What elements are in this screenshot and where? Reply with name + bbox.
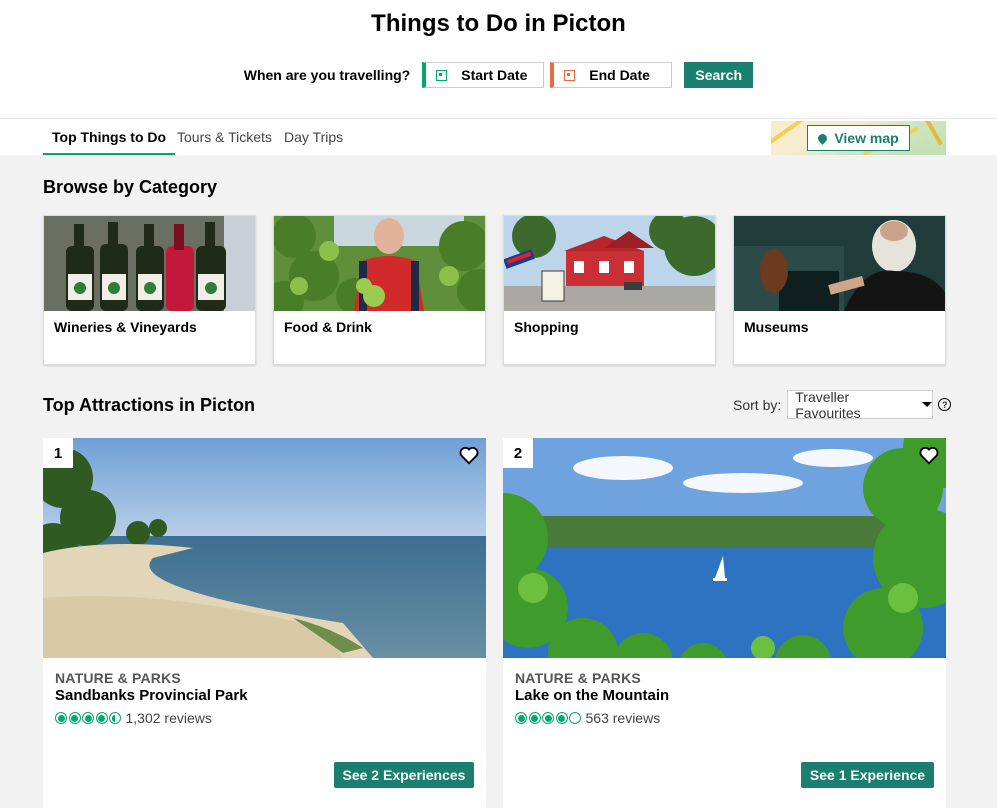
category-label: Food & Drink: [284, 319, 372, 335]
top-attractions-title: Top Attractions in Picton: [43, 395, 255, 415]
sort-value: Traveller Favourites: [795, 388, 861, 421]
rating-bubble-icon: [95, 712, 108, 724]
header: Things to Do in Picton When are you trav…: [0, 0, 997, 118]
tab-tours-tickets[interactable]: Tours & Tickets: [177, 129, 272, 145]
review-count[interactable]: 1,302 reviews: [126, 710, 212, 726]
shopping-image: [504, 216, 715, 311]
end-date-label: End Date: [589, 67, 650, 83]
category-card-food-drink[interactable]: Food & Drink: [273, 215, 486, 365]
tab-bar: Top Things to Do Tours & Tickets Day Tri…: [0, 118, 997, 155]
rating-bubble-icon: [82, 712, 94, 724]
page-title: Things to Do in Picton: [371, 10, 626, 37]
heart-icon[interactable]: [918, 444, 940, 466]
rating-bubble-icon: [515, 712, 527, 724]
rating-bubble-icon: [542, 712, 554, 724]
tab-day-trips[interactable]: Day Trips: [284, 129, 343, 145]
rating-bubble-icon: [55, 712, 67, 724]
sandbanks-image: 1: [43, 438, 486, 658]
view-map-label: View map: [834, 130, 899, 146]
attraction-category: NATURE & PARKS: [515, 670, 641, 686]
map-thumbnail[interactable]: View map: [771, 121, 946, 155]
review-count[interactable]: 563 reviews: [586, 710, 661, 726]
rating-bubble-icon: [528, 712, 541, 724]
attraction-card-1[interactable]: 1 NATURE & PARKS Sandbanks Provincial Pa…: [43, 438, 486, 808]
rating-bubble-icon: [569, 712, 581, 724]
see-experiences-button[interactable]: See 1 Experience: [801, 762, 934, 788]
attraction-category: NATURE & PARKS: [55, 670, 181, 686]
attraction-title[interactable]: Lake on the Mountain: [515, 687, 669, 704]
end-date-button[interactable]: End Date: [550, 62, 673, 88]
start-date-button[interactable]: Start Date: [422, 62, 545, 88]
category-label: Wineries & Vineyards: [54, 319, 197, 335]
rating-bubble-icon: [68, 712, 81, 724]
rating-bubble-icon: [109, 712, 121, 724]
calendar-icon: [436, 69, 448, 81]
rating-row: 563 reviews: [515, 710, 660, 726]
attraction-title[interactable]: Sandbanks Provincial Park: [55, 687, 248, 704]
heart-icon[interactable]: [458, 444, 480, 466]
lake-on-the-mountain-image: 2: [503, 438, 946, 658]
browse-title: Browse by Category: [43, 177, 218, 197]
rating-bubble-icon: [555, 712, 568, 724]
caret-down-icon: [922, 402, 933, 407]
category-label: Shopping: [514, 319, 579, 335]
category-label: Museums: [744, 319, 809, 335]
travel-question: When are you travelling?: [243, 67, 411, 83]
category-card-shopping[interactable]: Shopping: [503, 215, 716, 365]
attraction-card-2[interactable]: 2 NATURE & PARKS Lake on the Mountain 56…: [503, 438, 946, 808]
date-picker-row: When are you travelling? Start Date End …: [0, 62, 997, 88]
rank-badge: 2: [503, 438, 533, 468]
sort-dropdown[interactable]: Traveller Favourites: [787, 388, 934, 421]
tab-top-things[interactable]: Top Things to Do: [43, 129, 176, 155]
calendar-icon: [564, 69, 576, 81]
help-icon[interactable]: ?: [938, 398, 952, 411]
start-date-label: Start Date: [461, 67, 528, 83]
museums-image: [734, 216, 945, 311]
search-button[interactable]: Search: [684, 62, 754, 88]
map-pin-icon: [816, 131, 830, 145]
category-card-wineries[interactable]: Wineries & Vineyards: [43, 215, 256, 365]
food-drink-image: [274, 216, 485, 311]
view-map-button[interactable]: View map: [807, 125, 910, 151]
category-card-museums[interactable]: Museums: [733, 215, 946, 365]
wineries-image: [44, 216, 255, 311]
sort-label: Sort by:: [733, 396, 782, 413]
sort-control: Sort by: Traveller Favourites ?: [733, 388, 952, 421]
see-experiences-button[interactable]: See 2 Experiences: [334, 762, 474, 788]
rating-row: 1,302 reviews: [55, 710, 212, 726]
rank-badge: 1: [43, 438, 73, 468]
